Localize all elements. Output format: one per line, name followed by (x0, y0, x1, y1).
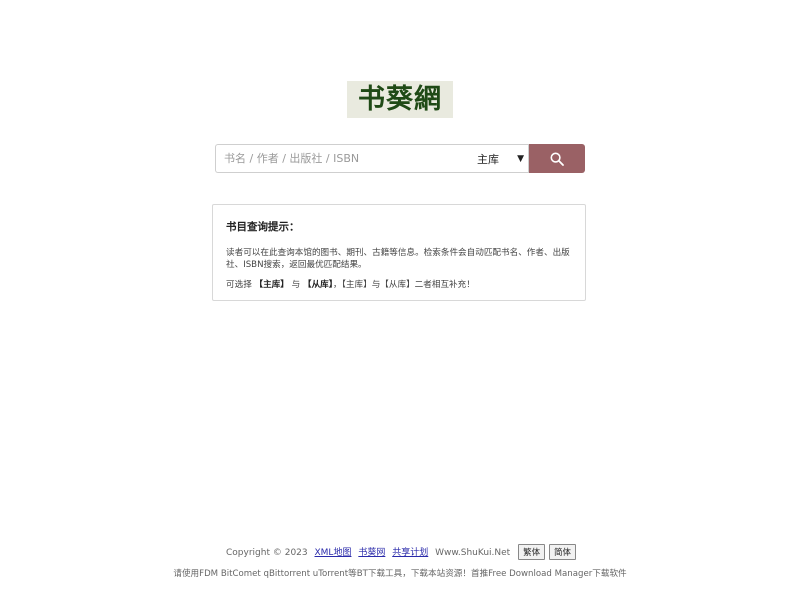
copyright-text: Copyright © 2023 (226, 547, 308, 558)
search-icon (550, 151, 564, 166)
library-select[interactable]: 主库 ▼ (471, 144, 529, 173)
footer-links: Copyright © 2023 XML地图 书葵网 共享计划 Www.ShuK… (0, 544, 800, 560)
shukui-link[interactable]: 书葵网 (358, 548, 385, 558)
share-plan-link[interactable]: 共享计划 (392, 548, 428, 558)
library-select-value: 主库 (477, 152, 499, 166)
search-tips-box: 书目查询提示： 读者可以在此查询本馆的图书、期刊、古籍等信息。检索条件会自动匹配… (212, 204, 586, 301)
search-bar: 主库 ▼ (215, 144, 585, 173)
tips-suffix: ，【主库】与【从库】二者相互补充！ (333, 280, 475, 290)
search-button[interactable] (529, 144, 585, 173)
chevron-down-icon: ▼ (517, 153, 524, 164)
site-logo[interactable]: 书葵網 (347, 81, 453, 118)
sitemap-link[interactable]: XML地图 (315, 548, 352, 558)
tips-prefix: 可选择 (226, 280, 255, 290)
tips-library-note: 可选择 【主库】 与 【从库】，【主库】与【从库】二者相互补充！ (226, 279, 572, 291)
tips-sub-library: 【从库】 (302, 280, 334, 290)
traditional-chinese-button[interactable]: 繁体 (518, 544, 546, 560)
tips-main-library: 【主库】 (254, 280, 289, 290)
tips-description: 读者可以在此查询本馆的图书、期刊、古籍等信息。检索条件会自动匹配书名、作者、出版… (226, 248, 570, 270)
search-input[interactable] (215, 144, 471, 173)
page: 书葵網 主库 ▼ 书目查询提示： 读者可以在此查询本馆的图书、期刊、古籍等信息。… (0, 0, 800, 600)
tips-title: 书目查询提示： (226, 221, 300, 233)
tips-and: 与 (288, 280, 303, 290)
download-notice: 请使用FDM BitComet qBittorrent uTorrent等BT下… (173, 569, 627, 579)
logo-text: 书葵網 (358, 84, 442, 115)
domain-text: Www.ShuKui.Net (435, 547, 511, 558)
simplified-chinese-button[interactable]: 简体 (548, 544, 576, 560)
